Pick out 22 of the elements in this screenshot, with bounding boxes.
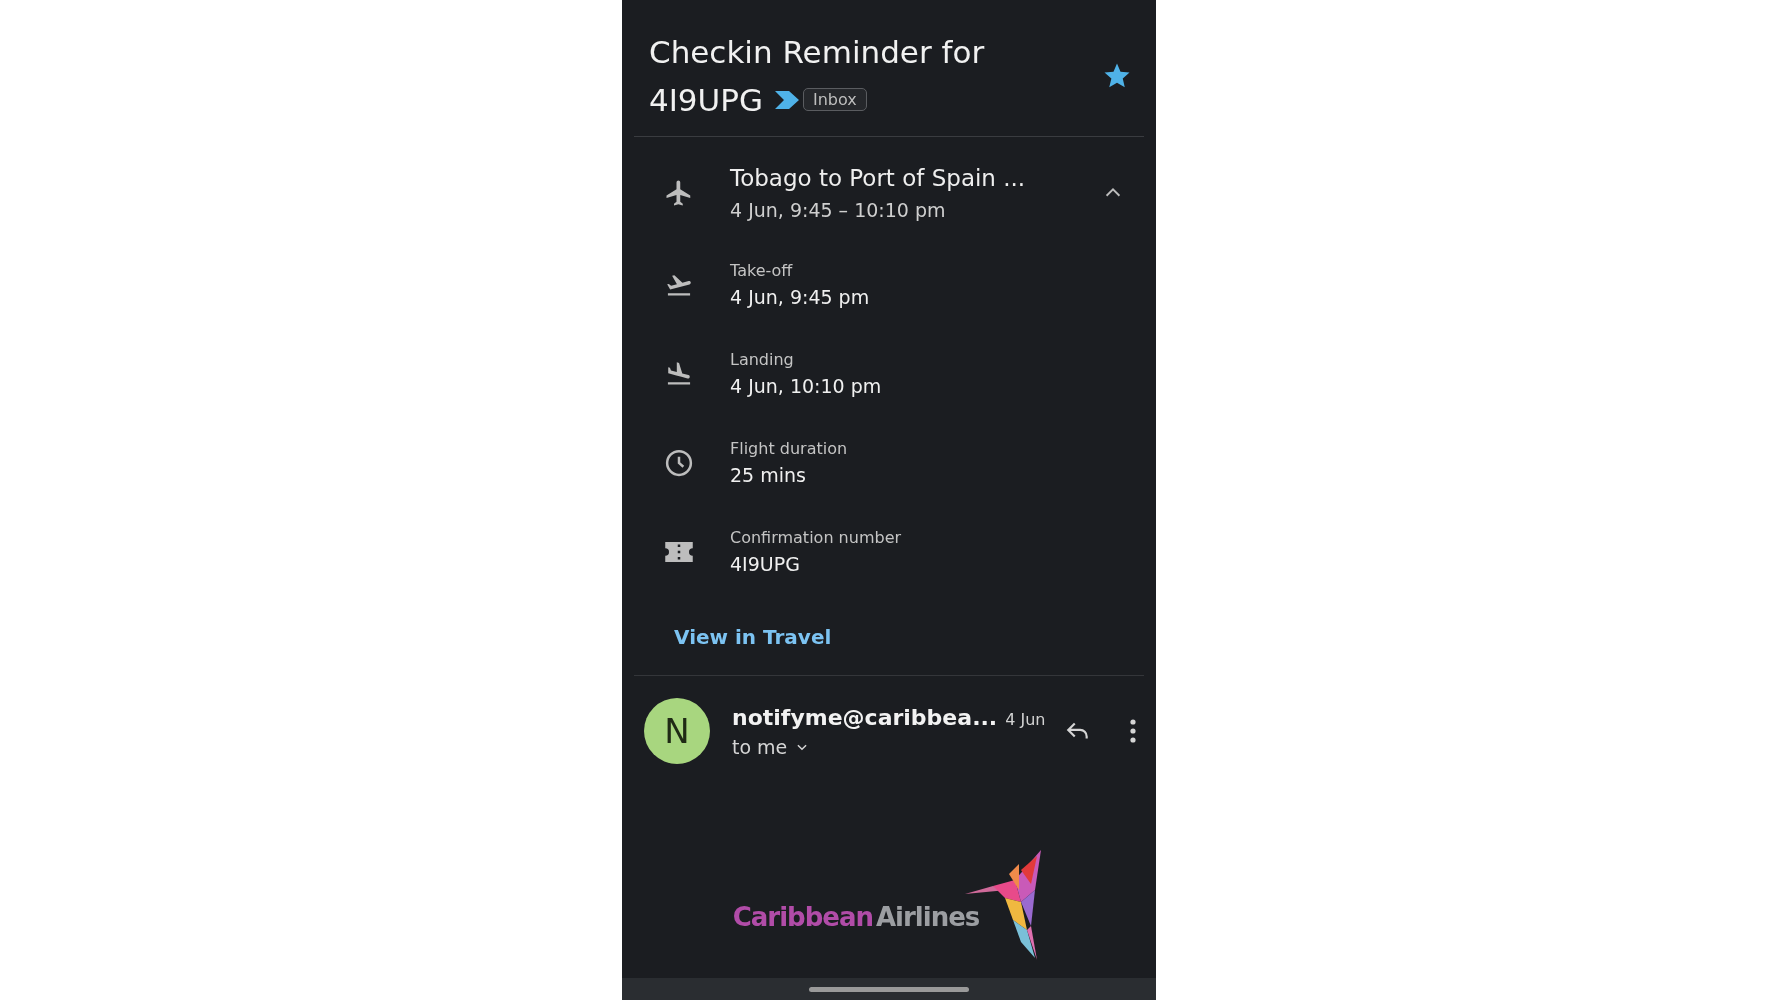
recipient-toggle[interactable]: to me [732, 735, 1060, 758]
sender-avatar: N [644, 698, 710, 764]
logo-wordmark: Caribbean [732, 902, 873, 932]
home-handle[interactable] [809, 986, 969, 992]
flight-route: Tobago to Port of Spain ... [730, 165, 1027, 191]
detail-label: Landing [730, 350, 795, 369]
detail-label: Confirmation number [730, 528, 903, 547]
email-date: 4 Jun [1005, 709, 1046, 729]
email-subject: 4I9UPG [649, 82, 763, 118]
detail-value: 25 mins [730, 464, 807, 486]
clock-icon [664, 447, 694, 478]
sender-address: notifyme@caribbea... [732, 704, 998, 730]
label-chip[interactable]: Inbox [803, 88, 867, 111]
logo-wordmark: Airlines [876, 902, 980, 932]
detail-label: Flight duration [730, 439, 849, 458]
detail-value: 4I9UPG [730, 553, 801, 575]
detail-value: 4 Jun, 10:10 pm [730, 375, 883, 397]
email-subject: Checkin Reminder for [649, 34, 985, 70]
detail-label: Take-off [730, 261, 794, 280]
view-in-travel-link[interactable]: View in Travel [674, 625, 832, 649]
detail-value: 4 Jun, 9:45 pm [730, 286, 871, 308]
flight-times: 4 Jun, 9:45 – 10:10 pm [730, 199, 947, 221]
